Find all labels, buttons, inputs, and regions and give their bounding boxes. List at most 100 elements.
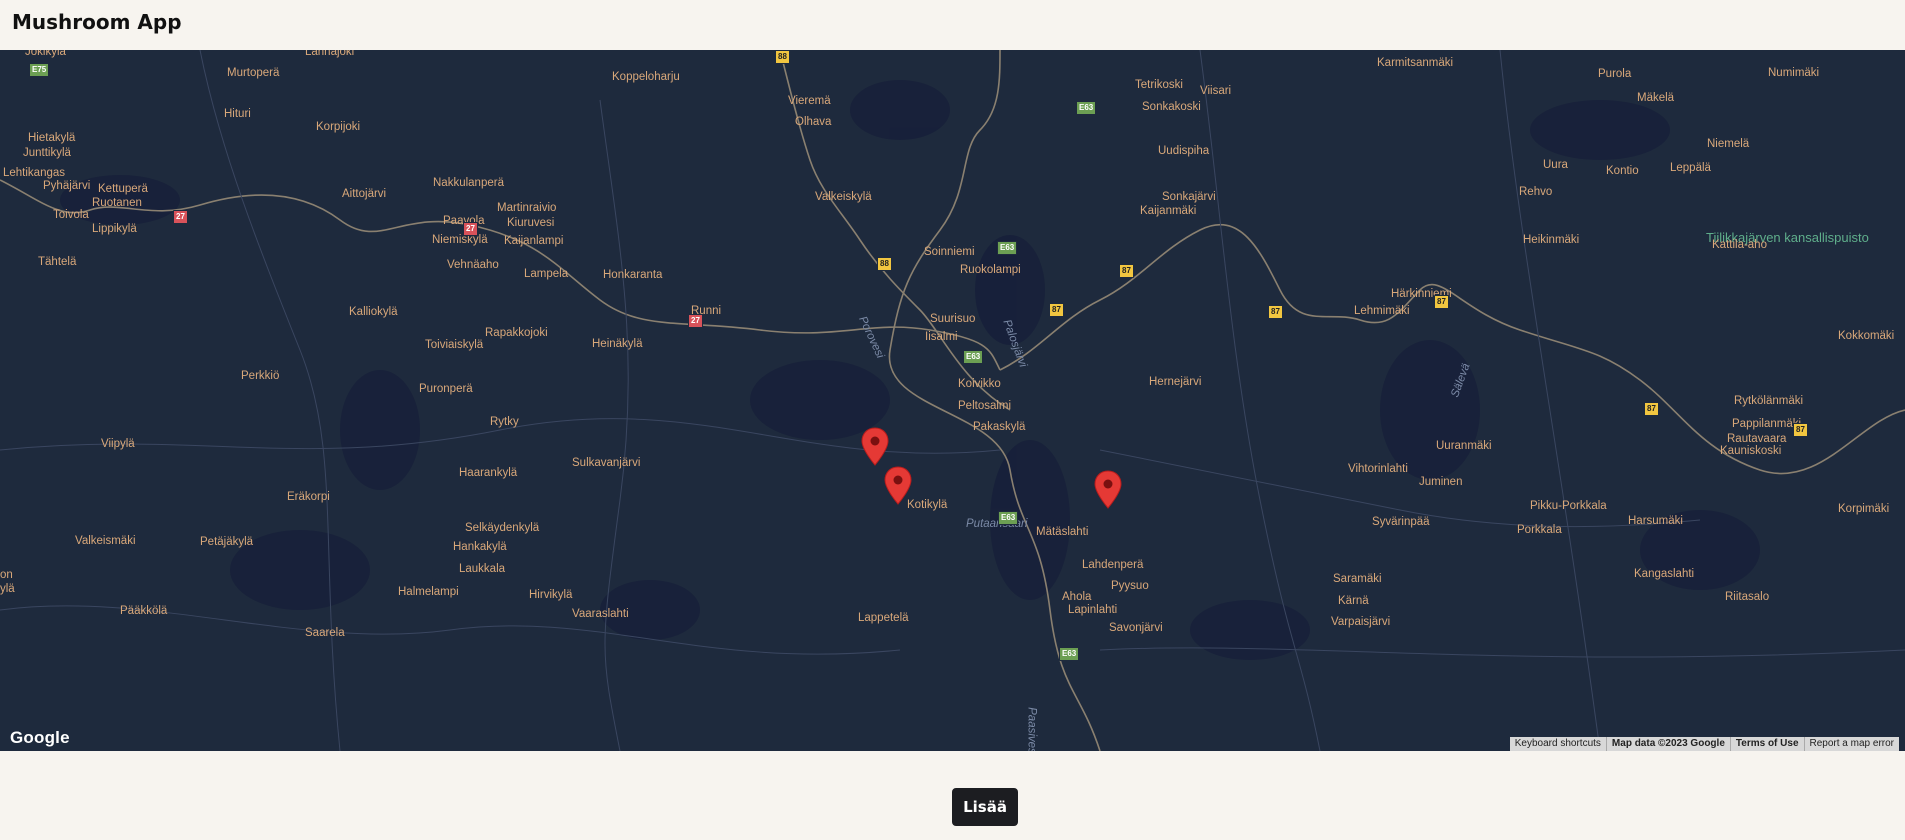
app-title: Mushroom App [12,10,182,34]
place-label: Karmitsanmäki [1377,57,1454,69]
place-label: Niemelä [1707,138,1750,150]
app-header: Mushroom App [0,0,1905,50]
place-label: Kokkomäki [1838,330,1895,342]
place-label: Lampela [524,268,569,280]
lake-label: Paasivesi [1025,707,1038,751]
road-shield: 87 [1119,264,1134,278]
place-label: Lehmimäki [1354,305,1410,317]
place-label: Viisari [1200,85,1232,97]
place-label: Sonkajärvi [1162,191,1216,203]
place-label: Pappilanmäki [1732,418,1802,430]
place-label: Hankakylä [453,541,507,553]
place-label: Varpaisjärvi [1331,616,1391,628]
keyboard-shortcuts-link[interactable]: Keyboard shortcuts [1510,737,1606,751]
place-label: ylä [0,583,15,595]
place-label: Mätäslahti [1036,526,1089,538]
place-label: Kiuruvesi [507,217,555,229]
map-pin-icon[interactable] [1094,470,1122,510]
place-label: Uudispiha [1158,145,1210,157]
place-label: Junttikylä [23,147,71,159]
map-pin-icon[interactable] [884,466,912,506]
place-label: Vaaraslahti [572,608,629,620]
place-label: Ruokolampi [960,264,1021,276]
place-label: Martinraivio [497,202,557,214]
place-label: Niemiskylä [432,234,488,246]
place-label: Heikinmäki [1523,234,1580,246]
place-label: Toiviaiskylä [425,339,484,351]
place-label: Lahnajoki [305,50,355,58]
road-shield: 27 [688,314,703,328]
place-label: Vieremä [788,95,831,107]
place-label: Selkäydenkylä [465,522,540,534]
place-label: Korpimäki [1838,503,1890,515]
place-label: Pyysuo [1111,580,1149,592]
place-label: Syvärinpää [1372,516,1430,528]
place-label: Numimäki [1768,67,1820,79]
place-label: Lippikylä [92,223,137,235]
place-label: Murtoperä [227,67,280,79]
place-label: on [0,569,13,581]
add-button[interactable]: Lisää [952,788,1018,826]
place-label: Riitasalo [1725,591,1770,603]
place-label: Pakaskylä [973,421,1026,433]
place-label: Leppälä [1670,162,1711,174]
place-label: Hietakylä [28,132,76,144]
place-label: Kauniskoski [1720,445,1782,457]
place-label: Uuranmäki [1436,440,1492,452]
road-shield: 27 [463,222,478,236]
place-label: Hituri [224,108,251,120]
place-label: Petäjäkylä [200,536,254,548]
place-label: Olhava [795,116,832,128]
place-label: Vihtorinlahti [1348,463,1408,475]
road-shield: 27 [173,210,188,224]
place-label: Puronperä [419,383,473,395]
place-label: Uura [1543,159,1568,171]
place-label: Toivola [53,209,89,221]
place-label: Rehvo [1519,186,1553,198]
place-label: Saarela [305,627,345,639]
map-data-text: Map data ©2023 Google [1605,737,1730,751]
place-label: Kaijanlampi [504,235,564,247]
place-label: Lappetelä [858,612,909,624]
place-label: Pikku-Porkkala [1530,500,1607,512]
place-label: Jokikylä [25,50,66,58]
place-label: Kärnä [1338,595,1369,607]
place-label: Haarankylä [459,467,518,479]
place-label: Kangaslahti [1634,568,1695,580]
road-shield: E63 [1076,101,1097,115]
map-terrain [0,50,1905,751]
place-label: Ruotanen [92,197,142,209]
place-label: Vehnäaho [447,259,499,271]
map-view[interactable]: Jokikylä Lahnajoki Murtoperä Koppeloharj… [0,50,1905,751]
google-logo[interactable]: Google [10,728,70,748]
place-label: Honkaranta [603,269,663,281]
road-shield: E63 [1059,647,1080,661]
place-label: Lahdenperä [1082,559,1144,571]
place-label: Porkkala [1517,524,1562,536]
place-label: Soinniemi [924,246,975,258]
place-label: Koppeloharju [612,71,680,83]
place-label: Kaijanmäki [1140,205,1197,217]
place-label: Valkeismäki [75,535,136,547]
place-label: Aittojärvi [342,188,387,200]
place-label: Lapinlahti [1068,604,1118,616]
road-shield: 87 [1049,303,1064,317]
place-label: Savonjärvi [1109,622,1163,634]
report-error-link[interactable]: Report a map error [1803,737,1899,751]
place-label: Ahola [1062,591,1092,603]
place-label: Harsumäki [1628,515,1683,527]
map-pin-icon[interactable] [861,427,889,467]
place-label: Laukkala [459,563,506,575]
place-label: Saramäki [1333,573,1382,585]
place-label: Rautavaara [1727,433,1787,445]
place-label: Tähtelä [38,256,77,268]
place-label: Pääkkölä [120,605,168,617]
place-label: Hernejärvi [1149,376,1202,388]
terms-link[interactable]: Terms of Use [1729,737,1804,751]
place-label: Suurisuo [930,313,976,325]
place-label: Kontio [1606,165,1639,177]
road-shield: E75 [29,63,50,77]
place-label: Sulkavanjärvi [572,457,641,469]
place-label: Perkkiö [241,370,280,382]
place-label: Rapakkojoki [485,327,548,339]
